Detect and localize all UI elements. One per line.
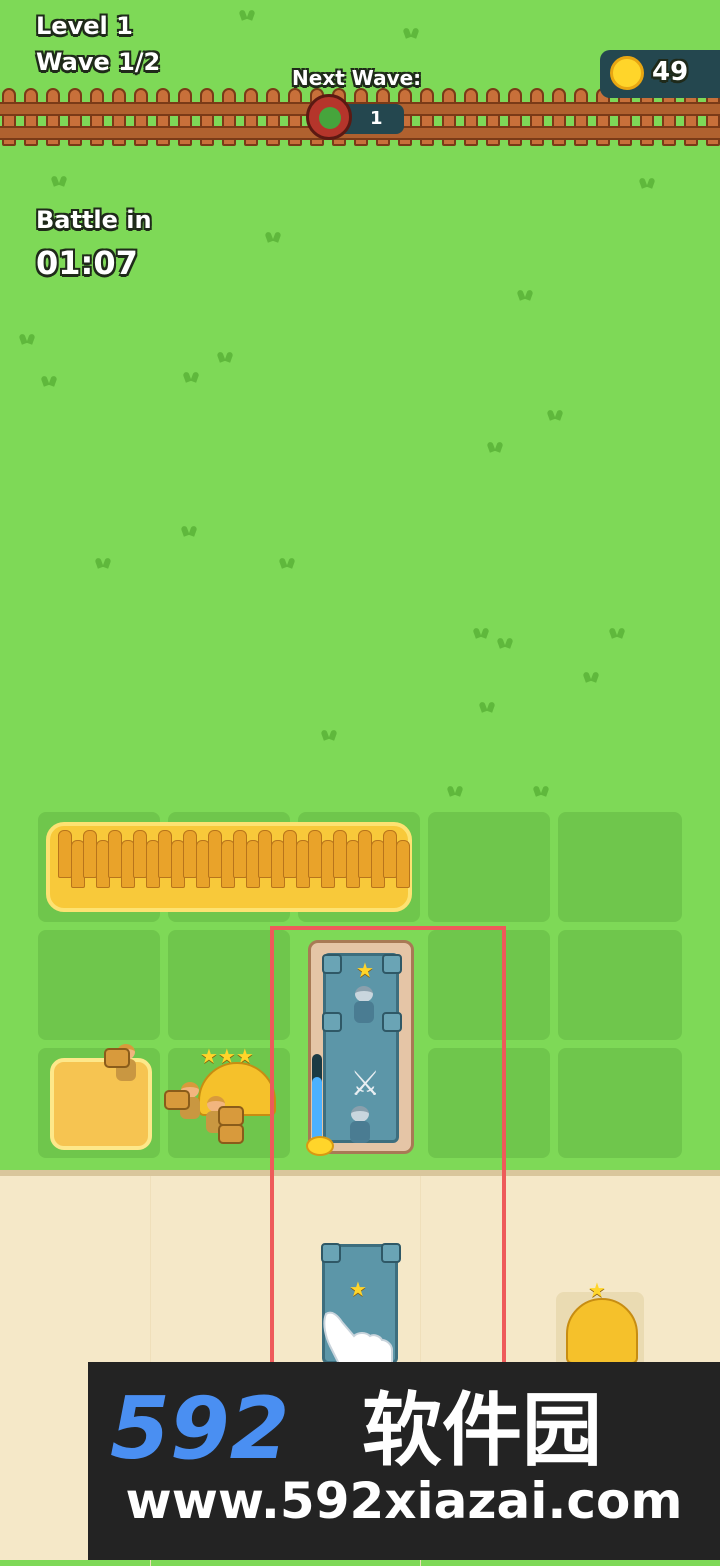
goblin-icon [306, 94, 352, 140]
pointing-hand-icon [323, 1311, 393, 1366]
grass-tuft [544, 410, 566, 420]
wheat-stalk [58, 830, 72, 878]
tower-pillar [321, 1243, 341, 1263]
wheat-field[interactable] [46, 822, 412, 912]
grass-tuft [92, 558, 114, 568]
watermark-logo: 592 软件园 [110, 1382, 602, 1472]
wheat-barrel [164, 1090, 190, 1110]
grass-tuft [276, 558, 298, 568]
grass-tuft [236, 10, 258, 20]
wheat-barrel [218, 1124, 244, 1144]
coin-value: 49 [652, 57, 689, 87]
wave-label: Wave 1/2 [36, 48, 161, 76]
wheat-stalk [358, 830, 372, 878]
grass-tuft [400, 28, 422, 38]
goblin-face [319, 107, 341, 129]
grass-tuft [178, 526, 200, 536]
grass-tuft [180, 372, 202, 382]
svg-text:592: 592 [110, 1382, 290, 1472]
grass-tuft [484, 442, 506, 452]
wheat-stalk [208, 830, 222, 878]
wheat-stalk [83, 830, 97, 878]
wheat-stalk [133, 830, 147, 878]
svg-text:软件园: 软件园 [362, 1384, 602, 1472]
coin-icon [610, 56, 644, 90]
grass-tuft [514, 290, 536, 300]
battle-countdown-label: Battle in [36, 206, 152, 234]
plot-tile[interactable] [558, 812, 682, 922]
grass-tuft [444, 786, 466, 796]
star-icon: ★ [349, 1277, 367, 1301]
next-wave-count: 1 [370, 108, 383, 129]
watermark-banner: 592 软件园 www.592xiazai.com [88, 1362, 720, 1560]
wheat-stalk [395, 840, 410, 888]
wheat-stalk [108, 830, 122, 878]
tower-pillar [381, 1243, 401, 1263]
wheat-stalk [333, 830, 347, 878]
hut-icon [566, 1298, 638, 1364]
wheat-barrel [218, 1106, 244, 1126]
wheat-stalk [283, 830, 297, 878]
next-wave-label: Next Wave: [292, 66, 422, 90]
plot-tile[interactable] [558, 1048, 682, 1158]
wheat-stalk [183, 830, 197, 878]
plot-tile[interactable] [428, 812, 550, 922]
watermark-url: www.592xiazai.com [125, 1472, 683, 1530]
battle-countdown-timer: 01:07 [36, 244, 138, 282]
wheat-stalk [383, 830, 397, 878]
grass-tuft [636, 178, 658, 188]
grass-tuft [262, 232, 284, 242]
plot-tile[interactable] [558, 930, 682, 1040]
coin-counter: 49 [600, 50, 720, 98]
grass-tuft [580, 672, 602, 682]
grass-tuft [38, 376, 60, 386]
wheat-stalk [308, 830, 322, 878]
wheat-stalk [158, 830, 172, 878]
grass-tuft [476, 702, 498, 712]
grass-tuft [48, 176, 70, 186]
grass-tuft [318, 730, 340, 740]
plot-tile[interactable] [38, 930, 160, 1040]
grass-tuft [494, 638, 516, 648]
wheat-stalk [233, 830, 247, 878]
level-label: Level 1 [36, 12, 133, 40]
grass-tuft [470, 628, 492, 638]
grass-tuft [16, 334, 38, 344]
wheat-stalk [258, 830, 272, 878]
grass-tuft [214, 352, 236, 362]
grass-tuft [606, 628, 628, 638]
wheat-basket [104, 1048, 130, 1068]
grass-tuft [530, 786, 552, 796]
